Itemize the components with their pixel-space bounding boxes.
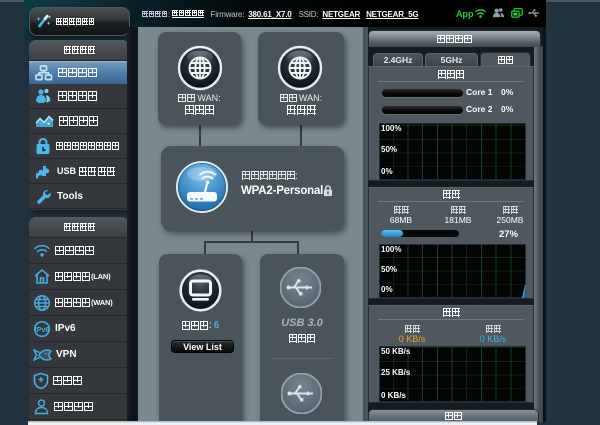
svg-text:IPv6: IPv6 [35,327,50,334]
